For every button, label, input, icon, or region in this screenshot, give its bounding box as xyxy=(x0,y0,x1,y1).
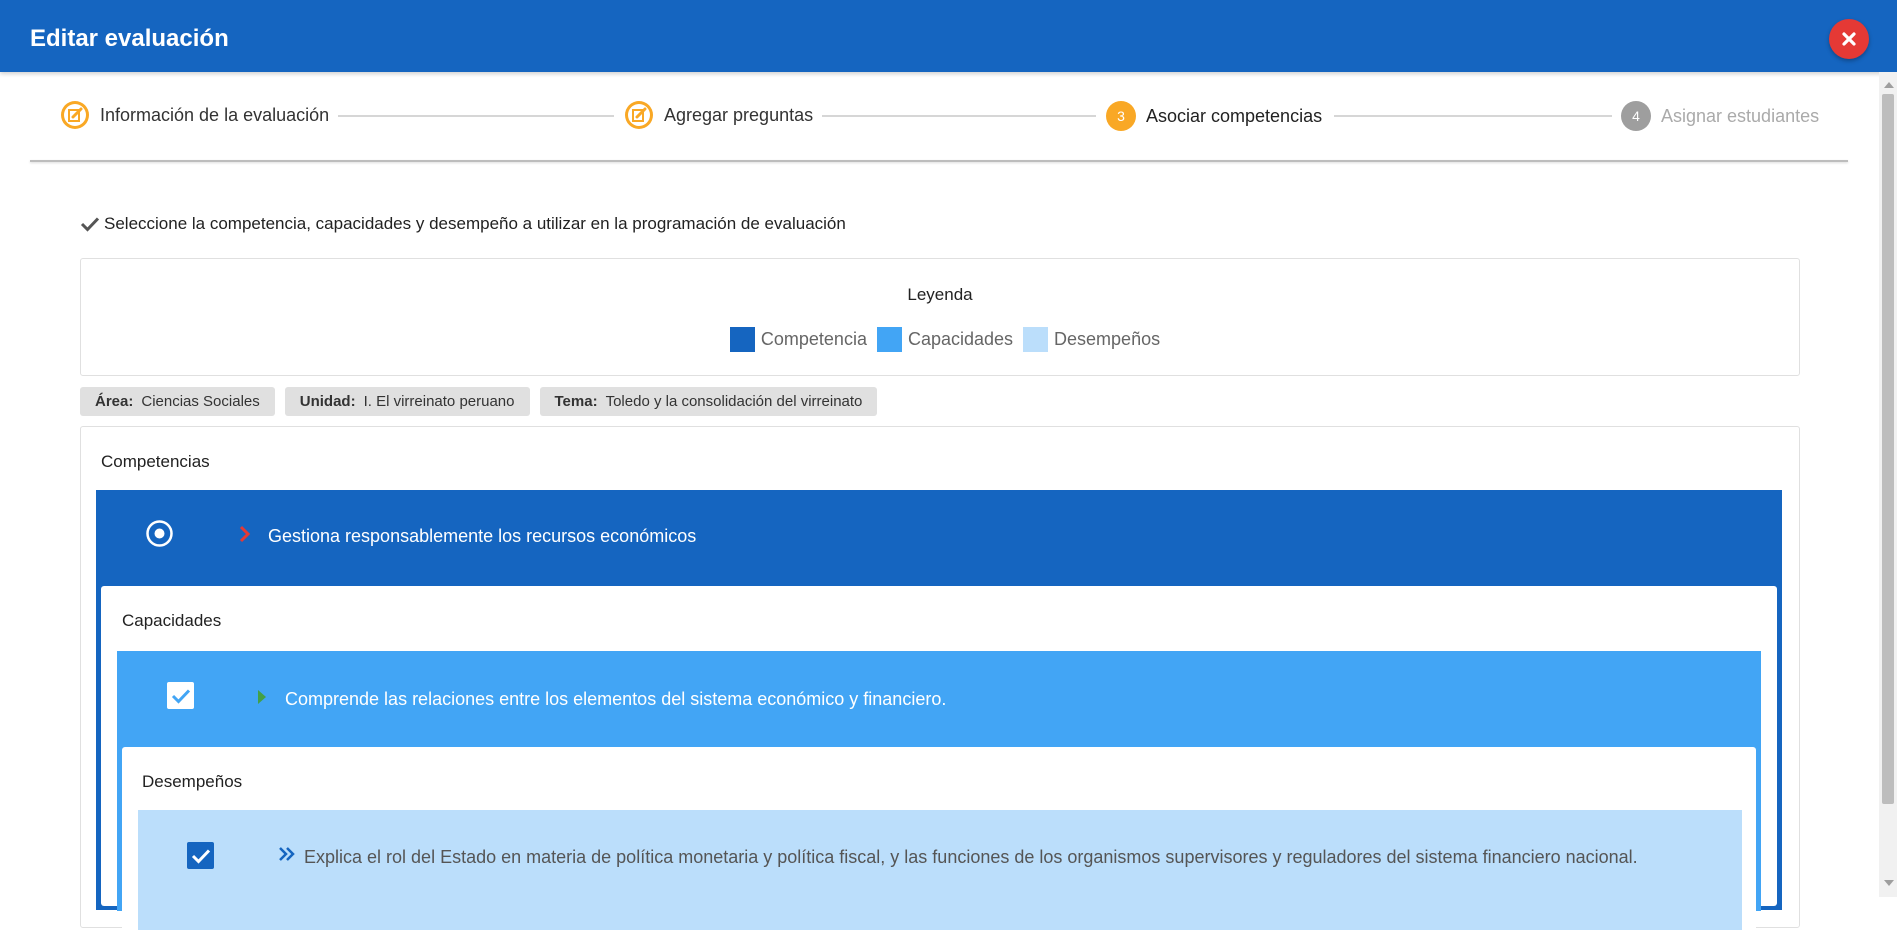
checkmark-icon xyxy=(191,848,210,864)
step-label: Asignar estudiantes xyxy=(1661,105,1820,126)
capacidades-panel: Capacidades Comprende las relaciones ent… xyxy=(101,586,1777,947)
radio-selected-icon[interactable] xyxy=(146,520,173,547)
capacidades-title: Capacidades xyxy=(122,611,222,630)
step-label: Agregar preguntas xyxy=(664,104,814,125)
chip-value: I. El virreinato peruano xyxy=(363,393,515,410)
chip-area: Área: Ciencias Sociales xyxy=(80,387,275,416)
chip-value: Toledo y la consolidación del virreinato xyxy=(605,393,863,410)
competencia-text: Gestiona responsablemente los recursos e… xyxy=(268,526,697,546)
competencia-header[interactable]: Gestiona responsablemente los recursos e… xyxy=(96,490,1782,586)
legend-title: Leyenda xyxy=(907,285,973,304)
legend-label: Competencia xyxy=(760,329,867,349)
edit-icon xyxy=(60,100,90,130)
chip-key: Unidad: xyxy=(299,393,356,410)
dialog-title: Editar evaluación xyxy=(30,25,229,52)
step-connector xyxy=(338,115,614,117)
legend-items: Competencia Capacidades Desempeños xyxy=(81,327,1799,352)
competencias-title: Competencias xyxy=(101,452,210,471)
dialog-header: Editar evaluación xyxy=(0,0,1897,72)
instruction-text: Seleccione la competencia, capacidades y… xyxy=(104,214,846,233)
step-number-badge: 3 xyxy=(1106,101,1136,131)
desempeno-checkbox[interactable] xyxy=(187,842,214,869)
legend-label: Capacidades xyxy=(907,329,1014,349)
legend-swatch-competencia xyxy=(729,327,755,352)
chip-value: Ciencias Sociales xyxy=(141,393,260,410)
scroll-down-arrow-icon[interactable] xyxy=(1884,880,1894,886)
capacidad-checkbox[interactable] xyxy=(167,682,194,709)
filter-chips: Área: Ciencias Sociales Unidad: I. El vi… xyxy=(80,387,887,416)
check-icon xyxy=(80,217,100,232)
page-scrollbar[interactable] xyxy=(1879,72,1897,897)
scroll-thumb[interactable] xyxy=(1882,94,1894,804)
legend-box: Leyenda Competencia Capacidades Desempeñ… xyxy=(80,258,1800,376)
legend-swatch-capacidades xyxy=(876,327,902,352)
step-number-badge: 4 xyxy=(1621,101,1651,131)
chip-unidad: Unidad: I. El virreinato peruano xyxy=(284,387,530,416)
desempenos-panel: Desempeños Explica el rol del Estado en … xyxy=(122,747,1756,947)
chevron-right-icon xyxy=(239,525,251,543)
step-label: Asociar competencias xyxy=(1146,105,1323,126)
capacidad-header[interactable]: Comprende las relaciones entre los eleme… xyxy=(117,651,1761,747)
step-asociar-competencias[interactable]: 3 Asociar competencias xyxy=(1106,101,1322,131)
step-agregar-preguntas[interactable]: Agregar preguntas xyxy=(624,100,813,130)
step-connector xyxy=(1334,115,1612,117)
competencia-item: Gestiona responsablemente los recursos e… xyxy=(96,490,1782,947)
chip-key: Área: xyxy=(95,393,134,410)
stepper-divider xyxy=(30,160,1848,162)
double-chevron-right-icon xyxy=(279,847,295,861)
scroll-up-arrow-icon[interactable] xyxy=(1884,82,1894,88)
step-informacion[interactable]: Información de la evaluación xyxy=(60,100,329,130)
step-asignar-estudiantes[interactable]: 4 Asignar estudiantes xyxy=(1621,101,1819,131)
legend-swatch-desempenos xyxy=(1023,327,1049,352)
step-connector xyxy=(822,115,1096,117)
instruction: Seleccione la competencia, capacidades y… xyxy=(80,214,846,234)
edit-icon xyxy=(624,100,654,130)
caret-right-icon xyxy=(258,690,266,704)
capacidad-text: Comprende las relaciones entre los eleme… xyxy=(285,689,947,709)
chip-key: Tema: xyxy=(554,393,598,410)
desempeno-item[interactable]: Explica el rol del Estado en materia de … xyxy=(138,810,1742,930)
desempeno-text: Explica el rol del Estado en materia de … xyxy=(304,847,1638,867)
step-label: Información de la evaluación xyxy=(100,104,330,125)
chip-tema: Tema: Toledo y la consolidación del virr… xyxy=(539,387,878,416)
legend-label: Desempeños xyxy=(1054,329,1161,349)
capacidad-item: Comprende las relaciones entre los eleme… xyxy=(117,651,1761,947)
desempenos-title: Desempeños xyxy=(142,772,243,791)
close-icon xyxy=(1842,32,1856,46)
close-button[interactable] xyxy=(1829,19,1869,59)
checkmark-icon xyxy=(171,688,190,704)
